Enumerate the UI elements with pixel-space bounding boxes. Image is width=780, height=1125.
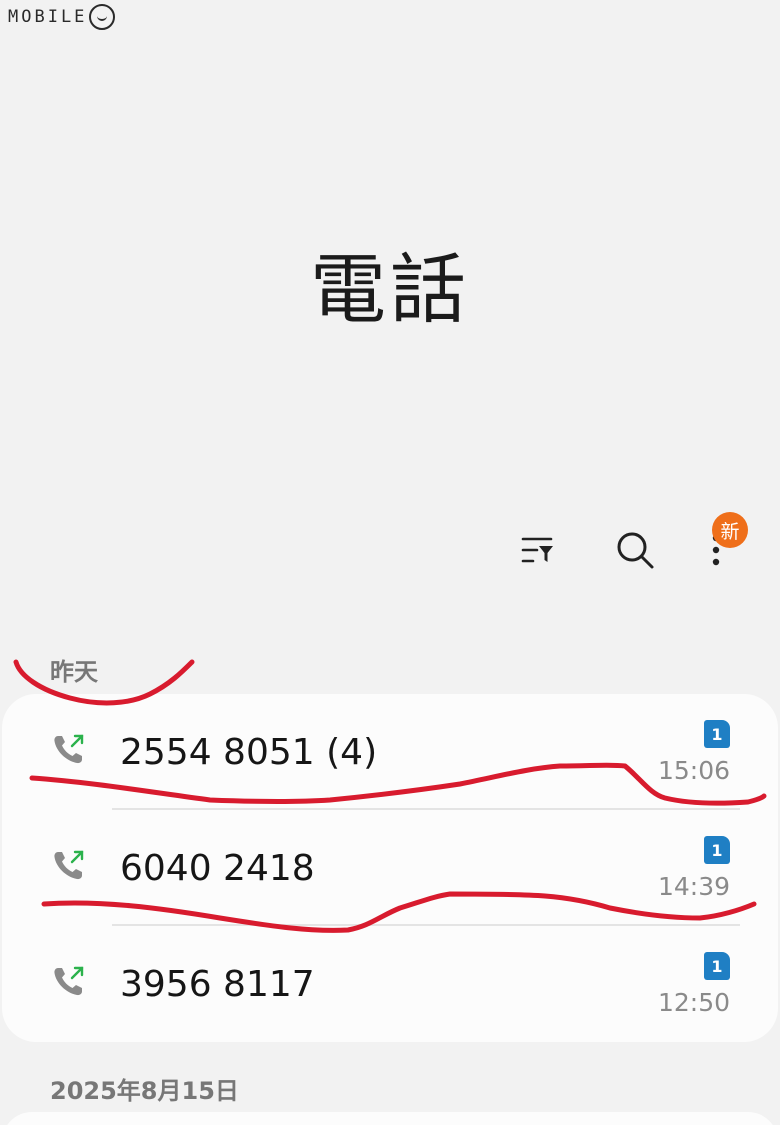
call-log-row[interactable]: 2554 8051 (4) 1 15:06 xyxy=(2,694,778,810)
phone-app-screen: MOBILE 電話 新 昨天 2554 8051 (4) 1 15:06 604… xyxy=(0,0,780,1125)
filter-button[interactable] xyxy=(510,522,566,578)
call-number: 3956 8117 xyxy=(120,964,315,1005)
call-log-card: 2554 8051 (4) 1 15:06 6040 2418 1 14:39 xyxy=(2,694,778,1042)
call-time: 15:06 xyxy=(657,756,730,785)
sim-1-badge: 1 xyxy=(704,836,730,864)
call-number: 6040 2418 xyxy=(120,848,315,889)
watermark-face-icon xyxy=(89,4,116,30)
call-time: 12:50 xyxy=(657,988,730,1017)
call-time: 14:39 xyxy=(657,872,730,901)
watermark-logo: MOBILE xyxy=(8,4,116,30)
outgoing-call-icon xyxy=(54,966,84,996)
section-header-yesterday: 昨天 xyxy=(50,658,98,686)
sim-1-badge: 1 xyxy=(704,952,730,980)
sim-1-badge: 1 xyxy=(704,720,730,748)
filter-list-icon xyxy=(521,537,553,563)
search-icon xyxy=(617,532,654,569)
new-badge: 新 xyxy=(712,512,748,548)
outgoing-call-icon xyxy=(54,734,84,764)
call-log-row[interactable]: 3956 8117 1 12:50 xyxy=(2,926,778,1042)
watermark-text: MOBILE xyxy=(8,7,88,27)
section-header-date: 2025年8月15日 xyxy=(50,1077,239,1105)
call-number: 2554 8051 (4) xyxy=(120,732,378,773)
outgoing-call-icon xyxy=(54,850,84,880)
page-title: 電話 xyxy=(310,245,470,334)
toolbar xyxy=(0,522,780,578)
search-button[interactable] xyxy=(607,522,663,578)
call-log-card-next xyxy=(2,1112,778,1125)
call-log-row[interactable]: 6040 2418 1 14:39 xyxy=(2,810,778,926)
